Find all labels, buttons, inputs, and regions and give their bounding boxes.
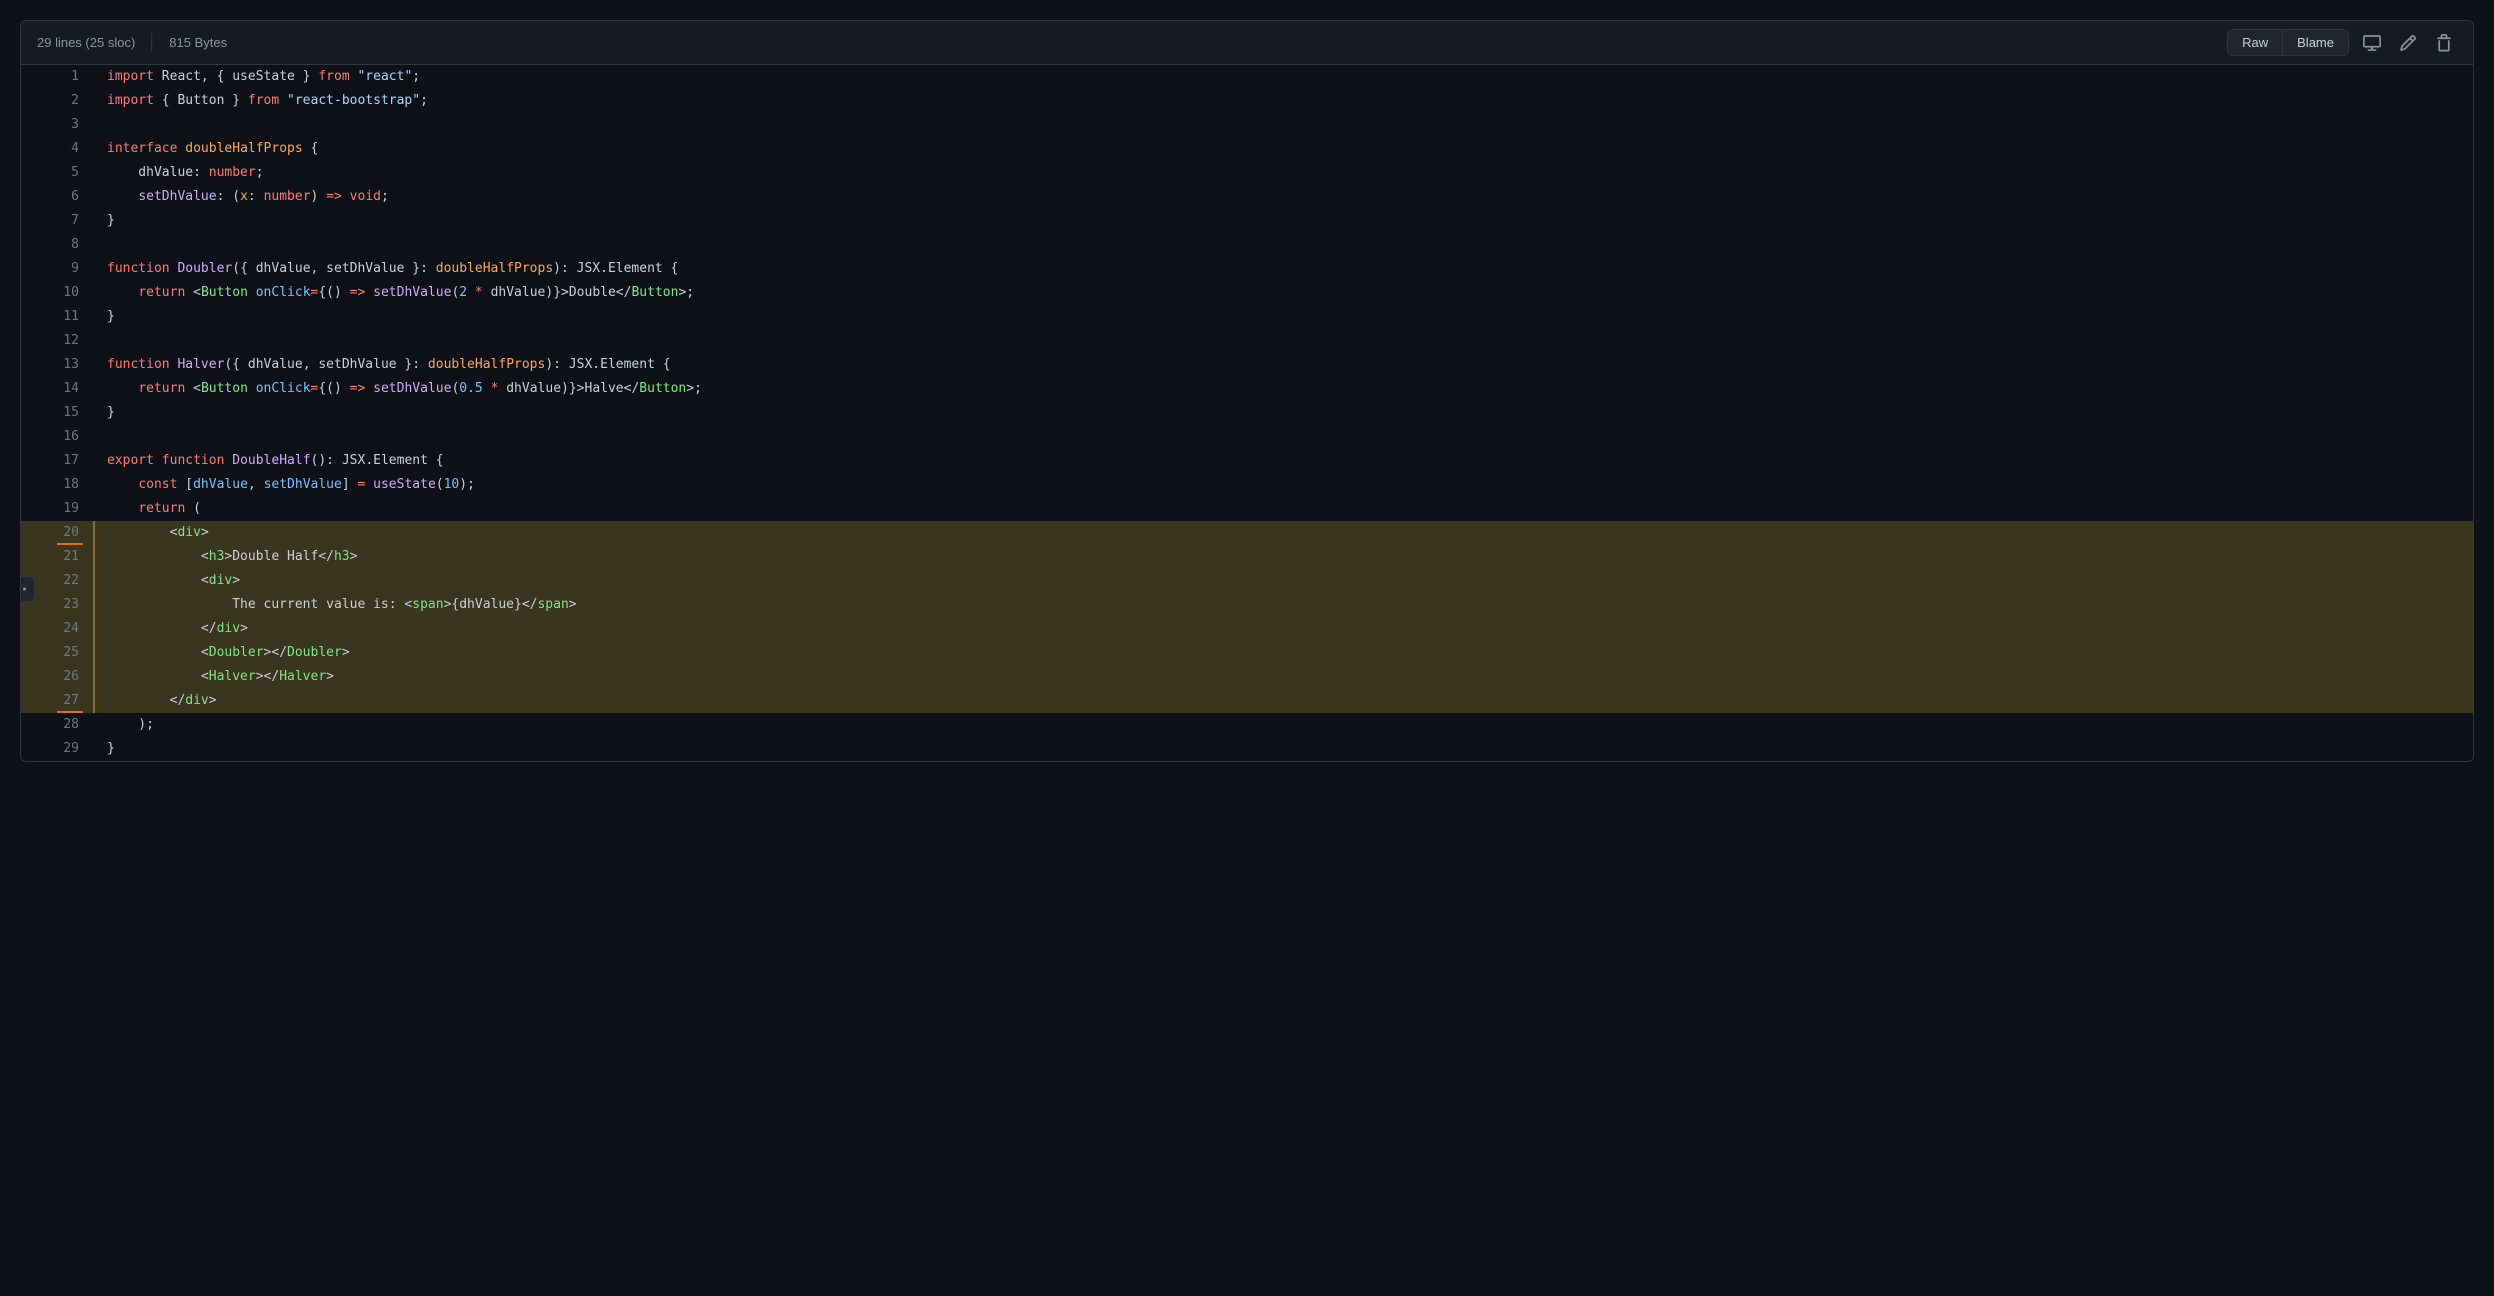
- code-line[interactable]: 3: [21, 113, 2473, 137]
- code-line[interactable]: 9function Doubler({ dhValue, setDhValue …: [21, 257, 2473, 281]
- code-line[interactable]: 28 );: [21, 713, 2473, 737]
- line-number[interactable]: 20: [21, 521, 93, 545]
- code-text: interface doubleHalfProps {: [93, 137, 2473, 161]
- trash-icon[interactable]: [2431, 30, 2457, 56]
- line-number[interactable]: 11: [21, 305, 93, 329]
- line-number[interactable]: 14: [21, 377, 93, 401]
- line-number[interactable]: 10: [21, 281, 93, 305]
- code-line[interactable]: 8: [21, 233, 2473, 257]
- code-line[interactable]: 13function Halver({ dhValue, setDhValue …: [21, 353, 2473, 377]
- code-text: function Doubler({ dhValue, setDhValue }…: [93, 257, 2473, 281]
- code-text: }: [93, 401, 2473, 425]
- code-text: <h3>Double Half</h3>: [93, 545, 2473, 569]
- code-line[interactable]: 29}: [21, 737, 2473, 761]
- code-line[interactable]: 24 </div>: [21, 617, 2473, 641]
- blame-button[interactable]: Blame: [2282, 30, 2348, 55]
- raw-button[interactable]: Raw: [2228, 30, 2282, 55]
- line-number[interactable]: 28: [21, 713, 93, 737]
- code-text: <div>: [93, 569, 2473, 593]
- code-text: );: [93, 713, 2473, 737]
- code-line[interactable]: 12: [21, 329, 2473, 353]
- line-number[interactable]: 29: [21, 737, 93, 761]
- code-line[interactable]: 23 The current value is: <span>{dhValue}…: [21, 593, 2473, 617]
- code-line[interactable]: 19 return (: [21, 497, 2473, 521]
- line-number[interactable]: 27: [21, 689, 93, 713]
- code-line[interactable]: 5 dhValue: number;: [21, 161, 2473, 185]
- code-line[interactable]: 18 const [dhValue, setDhValue] = useStat…: [21, 473, 2473, 497]
- bytes-count: 815 Bytes: [169, 35, 227, 50]
- code-text: return <Button onClick={() => setDhValue…: [93, 281, 2473, 305]
- code-line[interactable]: 16: [21, 425, 2473, 449]
- line-number[interactable]: 24: [21, 617, 93, 641]
- code-line[interactable]: 6 setDhValue: (x: number) => void;: [21, 185, 2473, 209]
- code-view[interactable]: 1import React, { useState } from "react"…: [21, 65, 2473, 761]
- code-text: const [dhValue, setDhValue] = useState(1…: [93, 473, 2473, 497]
- code-text: }: [93, 305, 2473, 329]
- line-number[interactable]: 22: [21, 569, 93, 593]
- code-text: </div>: [93, 689, 2473, 713]
- code-line[interactable]: 11}: [21, 305, 2473, 329]
- code-line[interactable]: 10 return <Button onClick={() => setDhVa…: [21, 281, 2473, 305]
- code-text: <div>: [93, 521, 2473, 545]
- code-text: return (: [93, 497, 2473, 521]
- edit-icon[interactable]: [2395, 30, 2421, 56]
- file-actions: Raw Blame: [2227, 29, 2457, 56]
- line-number[interactable]: 1: [21, 65, 93, 89]
- line-number[interactable]: 23: [21, 593, 93, 617]
- line-number[interactable]: 13: [21, 353, 93, 377]
- code-line[interactable]: 27 </div>: [21, 689, 2473, 713]
- code-line[interactable]: 17export function DoubleHalf(): JSX.Elem…: [21, 449, 2473, 473]
- code-line[interactable]: 1import React, { useState } from "react"…: [21, 65, 2473, 89]
- code-text: export function DoubleHalf(): JSX.Elemen…: [93, 449, 2473, 473]
- code-text: <Doubler></Doubler>: [93, 641, 2473, 665]
- line-number[interactable]: 16: [21, 425, 93, 449]
- line-number[interactable]: 19: [21, 497, 93, 521]
- code-text: import React, { useState } from "react";: [93, 65, 2473, 89]
- code-text: }: [93, 737, 2473, 761]
- code-line[interactable]: 25 <Doubler></Doubler>: [21, 641, 2473, 665]
- line-number[interactable]: 4: [21, 137, 93, 161]
- code-text: The current value is: <span>{dhValue}</s…: [93, 593, 2473, 617]
- line-number[interactable]: 26: [21, 665, 93, 689]
- code-text: dhValue: number;: [93, 161, 2473, 185]
- line-number[interactable]: 21: [21, 545, 93, 569]
- code-line[interactable]: 22 <div>: [21, 569, 2473, 593]
- file-stats: 29 lines (25 sloc) │ 815 Bytes: [37, 34, 227, 52]
- line-number[interactable]: 5: [21, 161, 93, 185]
- code-line[interactable]: 4interface doubleHalfProps {: [21, 137, 2473, 161]
- code-line[interactable]: 14 return <Button onClick={() => setDhVa…: [21, 377, 2473, 401]
- file-box: 29 lines (25 sloc) │ 815 Bytes Raw Blame…: [20, 20, 2474, 762]
- line-number[interactable]: 8: [21, 233, 93, 257]
- code-text: import { Button } from "react-bootstrap"…: [93, 89, 2473, 113]
- line-number[interactable]: 7: [21, 209, 93, 233]
- code-text: <Halver></Halver>: [93, 665, 2473, 689]
- code-line[interactable]: 2import { Button } from "react-bootstrap…: [21, 89, 2473, 113]
- code-line[interactable]: 7}: [21, 209, 2473, 233]
- code-text: setDhValue: (x: number) => void;: [93, 185, 2473, 209]
- code-text: return <Button onClick={() => setDhValue…: [93, 377, 2473, 401]
- code-line[interactable]: 26 <Halver></Halver>: [21, 665, 2473, 689]
- line-number[interactable]: 25: [21, 641, 93, 665]
- code-line[interactable]: 21 <h3>Double Half</h3>: [21, 545, 2473, 569]
- line-number[interactable]: 17: [21, 449, 93, 473]
- line-number[interactable]: 12: [21, 329, 93, 353]
- lines-count: 29 lines (25 sloc): [37, 35, 135, 50]
- code-text: function Halver({ dhValue, setDhValue }:…: [93, 353, 2473, 377]
- file-header: 29 lines (25 sloc) │ 815 Bytes Raw Blame: [21, 21, 2473, 65]
- line-number[interactable]: 18: [21, 473, 93, 497]
- line-number[interactable]: 3: [21, 113, 93, 137]
- line-number[interactable]: 6: [21, 185, 93, 209]
- line-number[interactable]: 9: [21, 257, 93, 281]
- raw-blame-group: Raw Blame: [2227, 29, 2349, 56]
- stats-divider: │: [147, 34, 157, 52]
- desktop-icon[interactable]: [2359, 30, 2385, 56]
- code-line[interactable]: 20 <div>: [21, 521, 2473, 545]
- code-text: }: [93, 209, 2473, 233]
- line-number[interactable]: 2: [21, 89, 93, 113]
- line-number[interactable]: 15: [21, 401, 93, 425]
- code-text: </div>: [93, 617, 2473, 641]
- code-line[interactable]: 15}: [21, 401, 2473, 425]
